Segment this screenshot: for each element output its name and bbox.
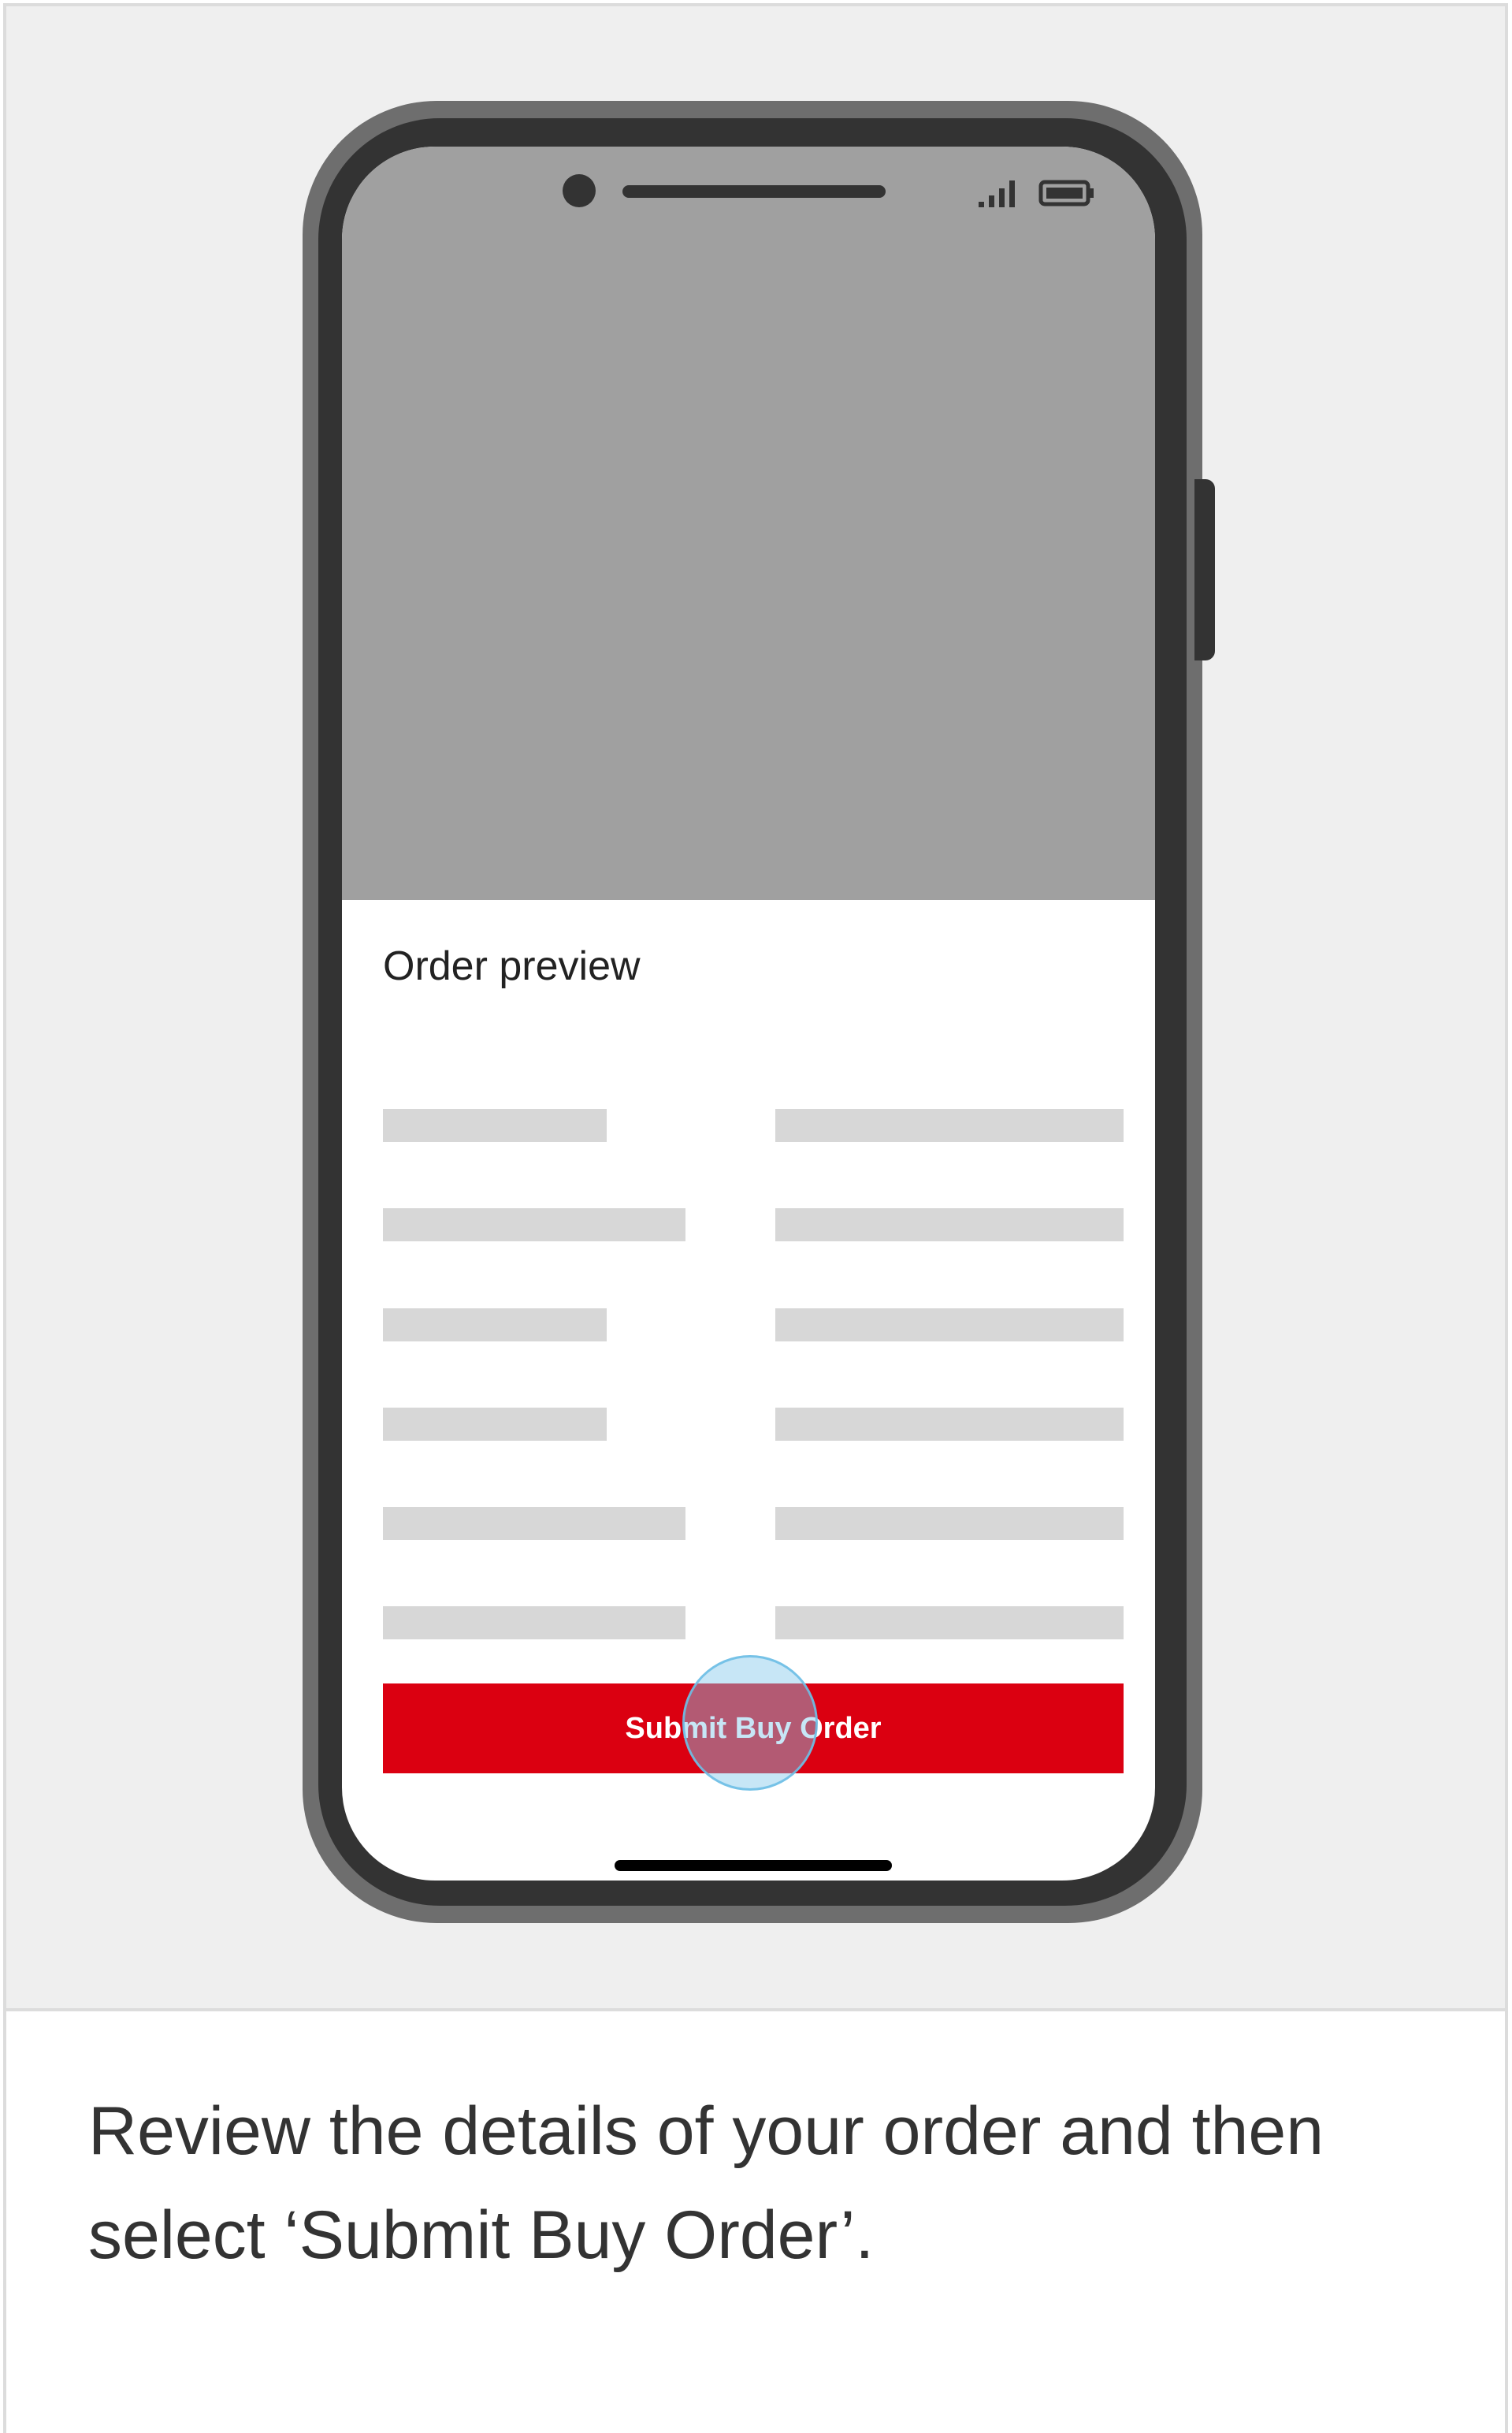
order-row-label-placeholder bbox=[383, 1109, 607, 1142]
tap-indicator bbox=[682, 1655, 818, 1791]
instruction-card: Order preview Submit Buy Order Review th… bbox=[3, 3, 1508, 2433]
screen-dimmed-area bbox=[342, 147, 1155, 900]
signal-icon bbox=[979, 180, 1015, 207]
order-row-label-placeholder bbox=[383, 1408, 607, 1441]
order-row-value-placeholder bbox=[775, 1109, 1124, 1142]
battery-icon bbox=[1038, 180, 1094, 206]
speaker-grille bbox=[622, 185, 886, 198]
home-indicator bbox=[615, 1860, 892, 1871]
order-row-value-placeholder bbox=[775, 1308, 1124, 1341]
order-row-label-placeholder bbox=[383, 1308, 607, 1341]
order-row-value-placeholder bbox=[775, 1507, 1124, 1540]
order-row-value-placeholder bbox=[775, 1408, 1124, 1441]
order-row-value-placeholder bbox=[775, 1208, 1124, 1241]
order-row-value-placeholder bbox=[775, 1606, 1124, 1639]
phone-screen: Order preview Submit Buy Order bbox=[342, 147, 1155, 1881]
order-row-label-placeholder bbox=[383, 1606, 685, 1639]
phone-illustration: Order preview Submit Buy Order bbox=[6, 6, 1505, 2011]
order-preview-title: Order preview bbox=[383, 943, 641, 989]
order-row-label-placeholder bbox=[383, 1507, 685, 1540]
order-row-label-placeholder bbox=[383, 1208, 685, 1241]
camera-icon bbox=[563, 174, 596, 207]
instruction-caption: Review the details of your order and the… bbox=[88, 2093, 1324, 2273]
phone-side-button bbox=[1194, 479, 1215, 660]
